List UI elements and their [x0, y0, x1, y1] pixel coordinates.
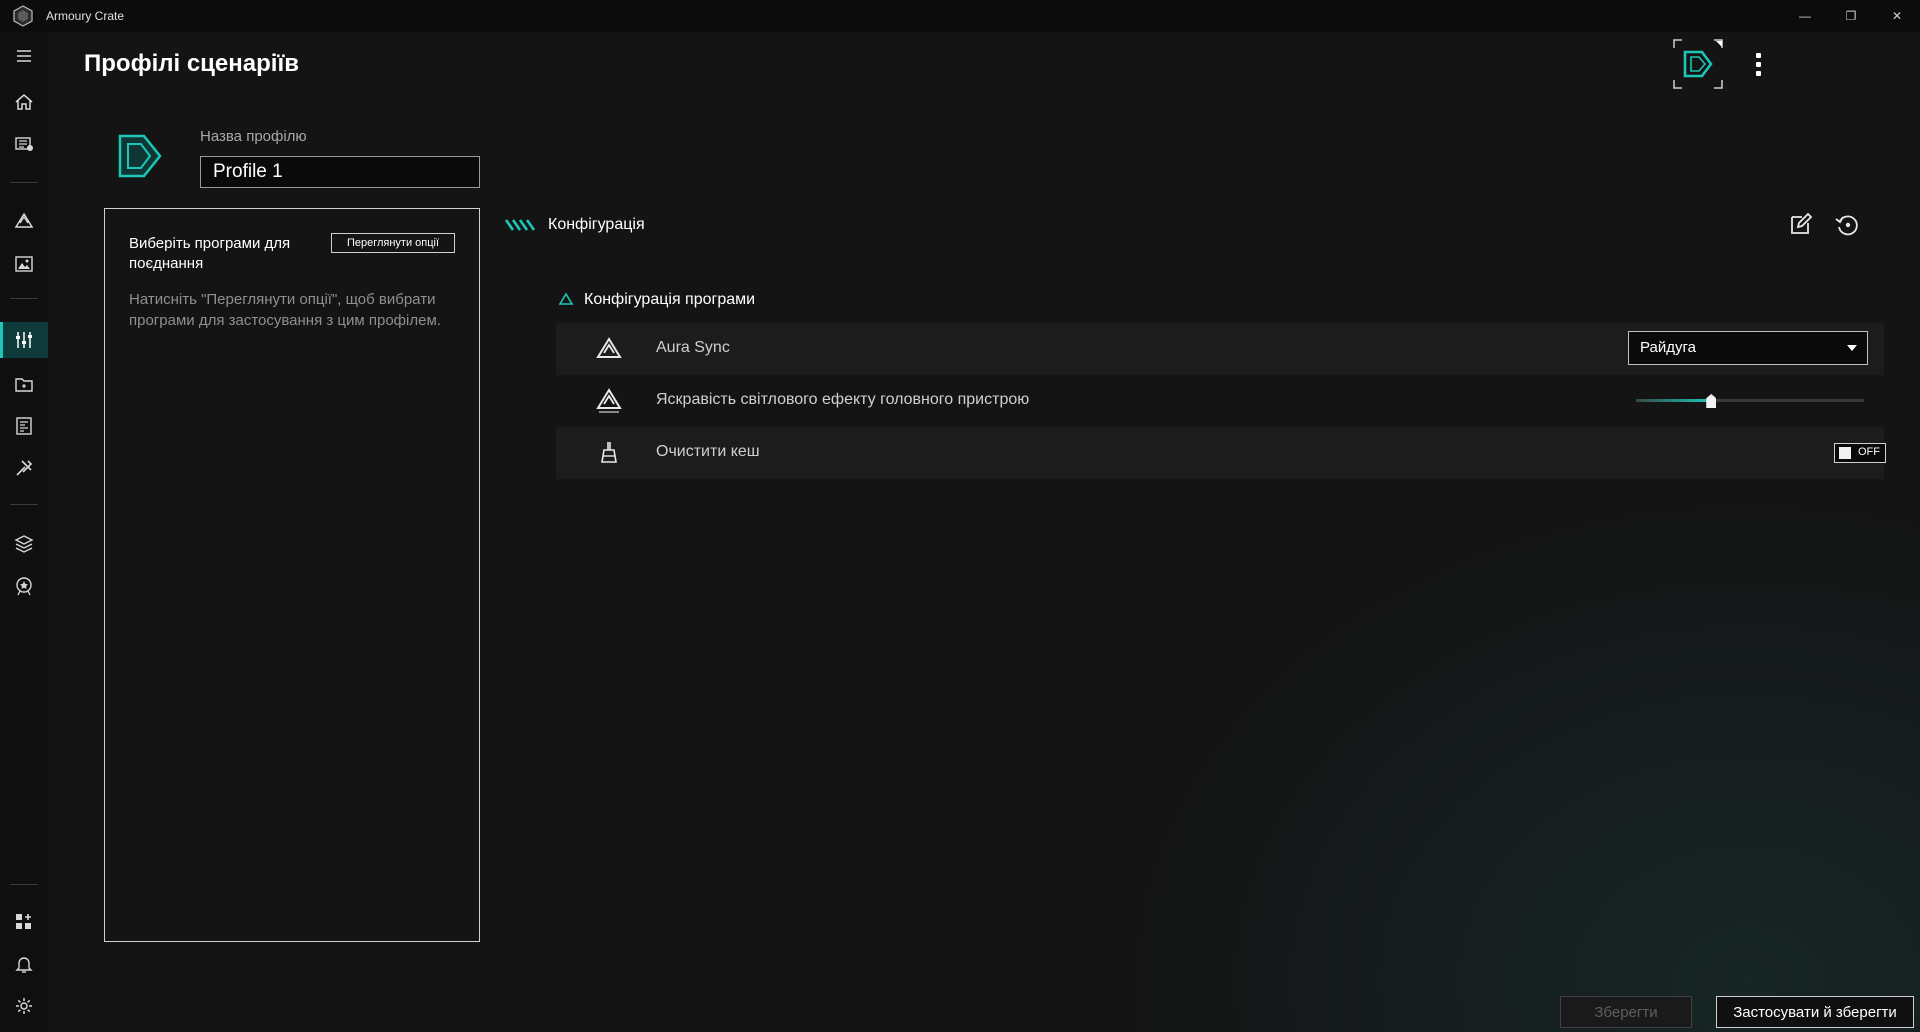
sidebar-item-layers[interactable]: [0, 526, 48, 562]
config-stripes-icon: [504, 219, 536, 231]
settings-icon: [16, 998, 32, 1014]
sidebar-item-scenario-profiles[interactable]: [0, 322, 48, 358]
layers-icon: [14, 535, 34, 553]
kebab-dot: [1755, 61, 1761, 67]
scenario-profile-logo-icon: [118, 134, 162, 178]
aura-sync-icon: [596, 337, 622, 358]
config-row-brightness: Яскравість світлового ефекту головного п…: [556, 375, 1884, 427]
sidebar: [0, 32, 48, 1032]
app-title: Armoury Crate: [46, 9, 125, 23]
sidebar-item-home[interactable]: [0, 84, 48, 120]
sidebar-item-apps-add[interactable]: [0, 904, 48, 940]
brightness-slider[interactable]: [1636, 390, 1864, 414]
sidebar-item-settings[interactable]: [0, 988, 48, 1024]
broom-icon: [601, 442, 617, 463]
clear-cache-toggle[interactable]: OFF: [1834, 443, 1886, 463]
game-library-icon: [15, 378, 33, 392]
minimize-button[interactable]: —: [1782, 0, 1828, 32]
edit-icon[interactable]: [1788, 211, 1814, 237]
config-row-aura-sync: Aura Sync Райдуга: [556, 323, 1884, 375]
notification-icon: [15, 957, 33, 973]
aura-effect-dropdown[interactable]: Райдуга: [1628, 331, 1868, 365]
minimize-icon: —: [1799, 9, 1811, 23]
sidebar-item-menu[interactable]: [0, 38, 48, 74]
profile-name-label: Назва профілю: [200, 128, 307, 145]
aura-brightness-icon: [596, 388, 622, 413]
sidebar-item-wallpaper[interactable]: [0, 246, 48, 282]
apps-selection-panel: Виберіть програми для поєднання Переглян…: [104, 208, 480, 942]
aura-icon: [14, 212, 34, 228]
clear-cache-label: Очистити кеш: [656, 443, 760, 460]
armoury-crate-logo-icon: [13, 5, 33, 27]
more-options-button[interactable]: [1748, 46, 1768, 82]
restore-icon: ❐: [1845, 9, 1857, 23]
apps-panel-hint: Натисніть "Переглянути опції", щоб вибра…: [129, 291, 441, 329]
restore-button[interactable]: ❐: [1828, 0, 1874, 32]
kebab-dot: [1755, 70, 1761, 76]
sidebar-item-notification[interactable]: [0, 946, 48, 982]
chevron-down-icon: [1847, 345, 1857, 351]
save-button[interactable]: Зберегти: [1560, 996, 1692, 1028]
armoury-icon: [16, 417, 32, 435]
title-bar: Armoury Crate — ❐ ✕: [0, 0, 1920, 32]
tools-icon: [16, 460, 33, 476]
config-row-clear-cache: Очистити кеш OFF: [556, 427, 1886, 479]
sidebar-item-device[interactable]: [0, 126, 48, 162]
page-title: Профілі сценаріїв: [84, 50, 299, 77]
sidebar-divider: [10, 884, 38, 885]
kebab-dot: [1755, 52, 1761, 58]
sidebar-item-game-library[interactable]: [0, 366, 48, 402]
sidebar-item-aura[interactable]: [0, 204, 48, 240]
device-icon: [15, 137, 33, 151]
wallpaper-icon: [15, 256, 33, 272]
toggle-state-text: OFF: [1858, 446, 1880, 458]
sidebar-divider: [10, 504, 38, 505]
main-content: Профілі сценаріїв Назва профілю Виберіть…: [48, 32, 1920, 1032]
scenario-profiles-icon: [16, 332, 32, 348]
profile-switch-icon[interactable]: [1672, 38, 1724, 90]
config-header: Конфігурація: [548, 216, 645, 233]
profile-name-input[interactable]: [200, 156, 480, 188]
section-title: Конфігурація програми: [584, 291, 756, 308]
view-options-button[interactable]: Переглянути опції: [331, 233, 455, 253]
reset-icon[interactable]: [1834, 211, 1862, 239]
menu-icon: [17, 50, 31, 62]
home-icon: [15, 94, 33, 110]
close-icon: ✕: [1891, 9, 1903, 23]
section-collapse-icon[interactable]: [558, 292, 574, 306]
apply-and-save-button[interactable]: Застосувати й зберегти: [1716, 996, 1914, 1028]
slider-thumb[interactable]: [1706, 394, 1717, 408]
sidebar-divider: [10, 182, 38, 183]
toggle-knob: [1839, 447, 1851, 459]
sidebar-item-member[interactable]: [0, 568, 48, 604]
window-controls: — ❐ ✕: [1782, 0, 1920, 32]
brightness-label: Яскравість світлового ефекту головного п…: [656, 391, 1030, 408]
apps-add-icon: [16, 914, 31, 929]
close-window-button[interactable]: ✕: [1874, 0, 1920, 32]
slider-fill: [1636, 399, 1712, 402]
member-icon: [16, 577, 32, 596]
aura-effect-value: Райдуга: [1640, 339, 1696, 356]
sidebar-divider: [10, 298, 38, 299]
apps-panel-title: Виберіть програми для поєднання: [129, 235, 291, 272]
aura-sync-label: Aura Sync: [656, 339, 730, 356]
sidebar-item-tools[interactable]: [0, 450, 48, 486]
sidebar-item-armoury[interactable]: [0, 408, 48, 444]
